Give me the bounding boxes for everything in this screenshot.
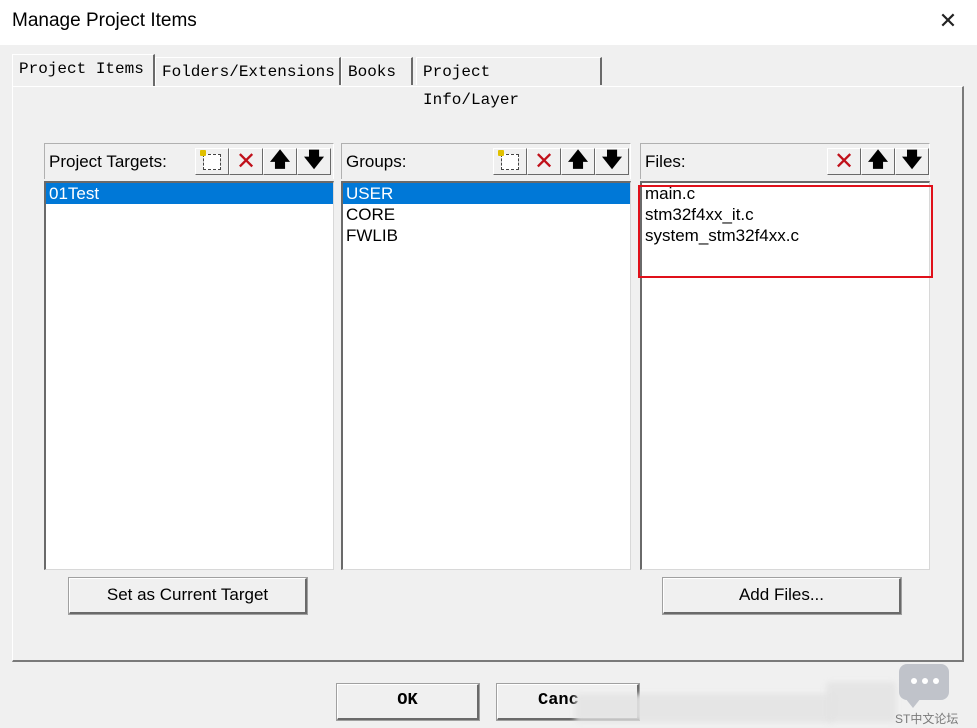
tab-books[interactable]: Books	[341, 57, 413, 85]
project-targets-list[interactable]: 01Test	[44, 181, 334, 570]
watermark-logo: ST中文论坛	[889, 658, 969, 728]
new-item-icon[interactable]	[493, 148, 527, 175]
list-item[interactable]: main.c	[642, 183, 929, 204]
list-item[interactable]: USER	[343, 183, 630, 204]
set-current-target-button[interactable]: Set as Current Target	[68, 577, 308, 615]
groups-header: Groups: ✕ 🡅 🡇	[341, 143, 631, 179]
project-targets-toolbar: ✕ 🡅 🡇	[195, 148, 331, 175]
title-bar: Manage Project Items ✕	[0, 0, 977, 45]
move-up-icon[interactable]: 🡅	[561, 148, 595, 175]
move-down-icon[interactable]: 🡇	[595, 148, 629, 175]
delete-icon[interactable]: ✕	[229, 148, 263, 175]
groups-list[interactable]: USER CORE FWLIB	[341, 181, 631, 570]
tab-project-info-layer[interactable]: Project Info/Layer	[416, 57, 602, 109]
files-header: Files: ✕ 🡅 🡇	[640, 143, 930, 179]
tab-folders-extensions[interactable]: Folders/Extensions	[155, 57, 341, 85]
list-item[interactable]: stm32f4xx_it.c	[642, 204, 929, 225]
delete-icon[interactable]: ✕	[827, 148, 861, 175]
project-targets-label: Project Targets:	[49, 152, 167, 171]
blurred-overlay	[826, 682, 896, 722]
move-down-icon[interactable]: 🡇	[895, 148, 929, 175]
files-toolbar: ✕ 🡅 🡇	[827, 148, 929, 175]
list-item[interactable]: CORE	[343, 204, 630, 225]
move-down-icon[interactable]: 🡇	[297, 148, 331, 175]
project-targets-header: Project Targets: ✕ 🡅 🡇	[44, 143, 334, 179]
tab-project-items[interactable]: Project Items	[12, 54, 155, 86]
blurred-overlay	[575, 694, 835, 722]
files-list[interactable]: main.c stm32f4xx_it.c system_stm32f4xx.c	[640, 181, 930, 570]
list-item[interactable]: system_stm32f4xx.c	[642, 225, 929, 246]
list-item[interactable]: 01Test	[46, 183, 333, 204]
groups-panel: Groups: ✕ 🡅 🡇 USER CORE FWLIB	[341, 143, 631, 570]
files-label: Files:	[645, 152, 686, 171]
close-icon[interactable]: ✕	[935, 7, 961, 35]
move-up-icon[interactable]: 🡅	[861, 148, 895, 175]
delete-icon[interactable]: ✕	[527, 148, 561, 175]
add-files-button[interactable]: Add Files...	[662, 577, 902, 615]
window-title: Manage Project Items	[12, 10, 197, 31]
ok-button[interactable]: OK	[336, 683, 480, 721]
new-item-icon[interactable]	[195, 148, 229, 175]
move-up-icon[interactable]: 🡅	[263, 148, 297, 175]
project-targets-panel: Project Targets: ✕ 🡅 🡇 01Test	[44, 143, 334, 570]
groups-label: Groups:	[346, 152, 407, 171]
watermark-text: ST中文论坛	[895, 712, 959, 726]
list-item[interactable]: FWLIB	[343, 225, 630, 246]
files-panel: Files: ✕ 🡅 🡇 main.c stm32f4xx_it.c syste…	[640, 143, 930, 570]
groups-toolbar: ✕ 🡅 🡇	[493, 148, 629, 175]
